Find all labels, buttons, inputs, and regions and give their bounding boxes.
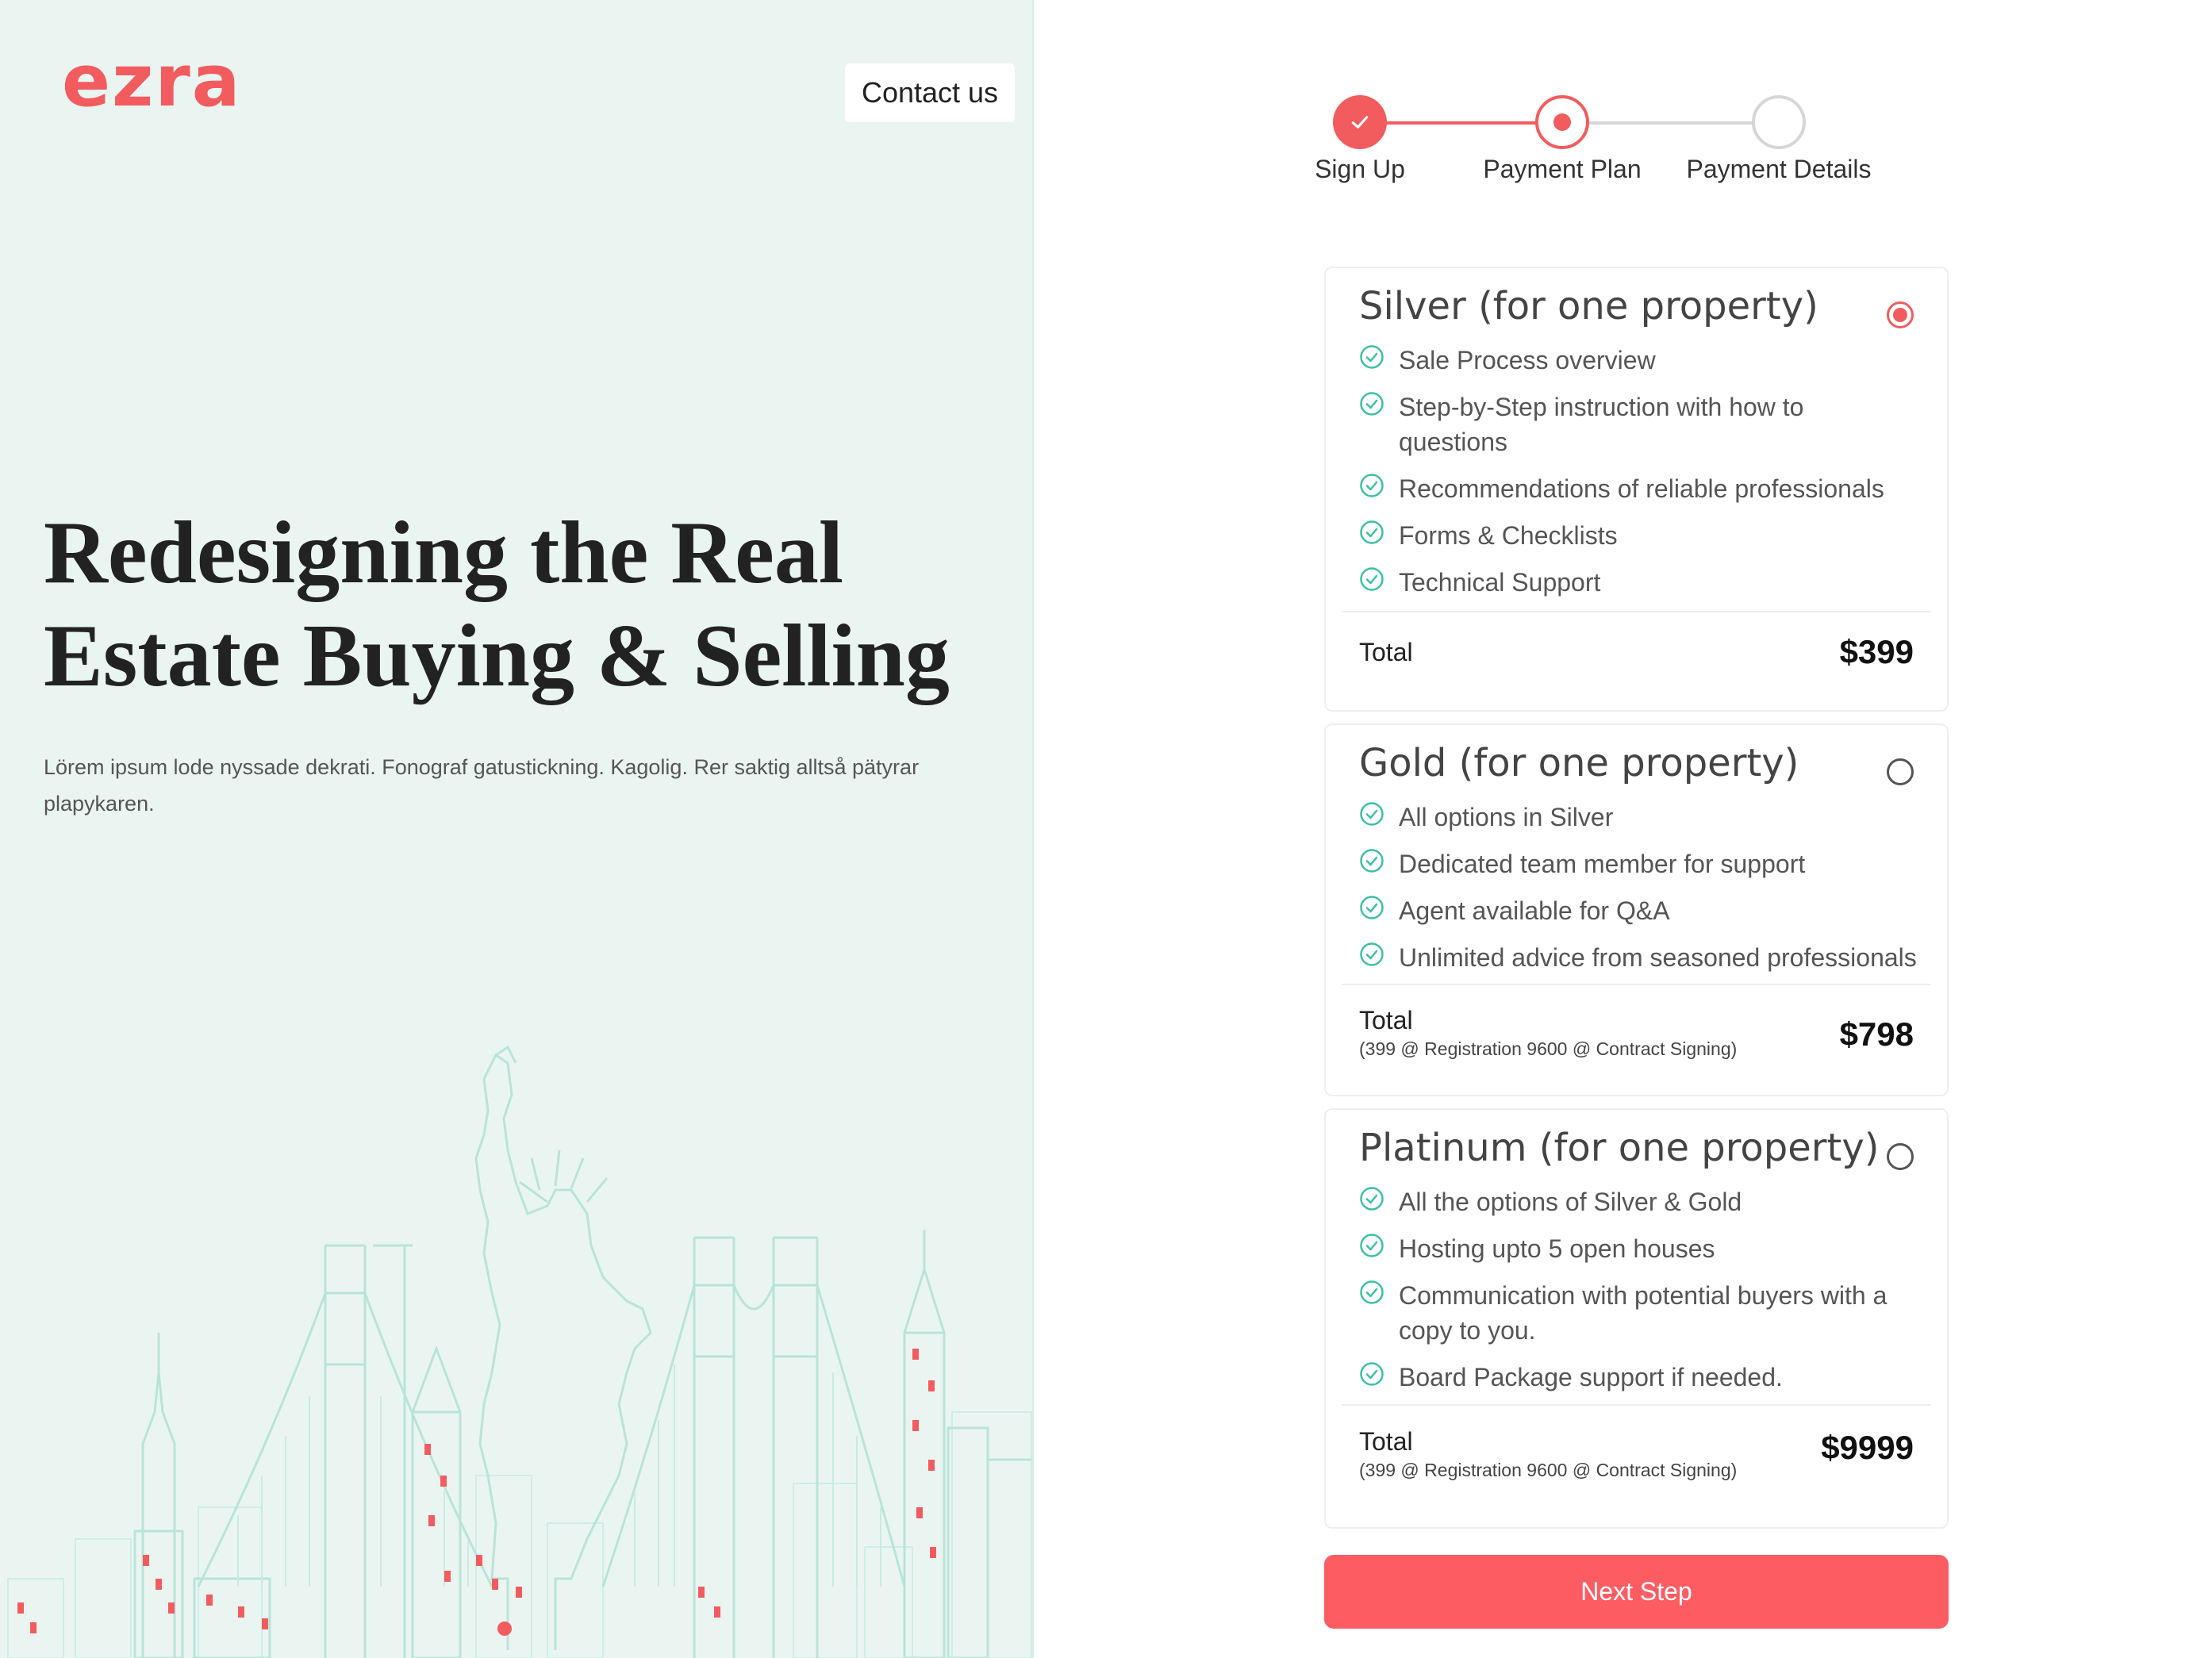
feature-item: Dedicated team member for support (1359, 846, 1930, 881)
check-circle-icon (1360, 1187, 1384, 1211)
divider (1342, 611, 1931, 612)
divider (1342, 1404, 1931, 1406)
step-label-sign-up: Sign Up (1315, 155, 1405, 183)
hero-panel: ezra Contact us Redesigning the Real Est… (0, 0, 1034, 1658)
feature-text: Forms & Checklists (1399, 521, 1618, 550)
step-connector-pending (1576, 121, 1763, 125)
brand-logo[interactable]: ezra (62, 46, 242, 117)
check-circle-icon (1360, 392, 1384, 416)
check-circle-icon (1360, 345, 1384, 369)
feature-item: Unlimited advice from seasoned professio… (1359, 940, 1930, 975)
plan-title: Platinum (for one property) (1359, 1126, 1880, 1170)
plan-title: Gold (for one property) (1359, 741, 1799, 785)
feature-item: Technical Support (1359, 565, 1930, 600)
total-label: Total (1359, 1006, 1413, 1034)
step-label-payment-details: Payment Details (1686, 155, 1872, 183)
feature-item: Board Package support if needed. (1359, 1360, 1930, 1395)
feature-text: Unlimited advice from seasoned professio… (1399, 943, 1917, 972)
check-icon (1351, 116, 1369, 129)
payment-breakdown-note: (399 @ Registration 9600 @ Contract Sign… (1359, 1460, 1738, 1480)
feature-text: Step-by-Step instruction with how to que… (1399, 393, 1804, 456)
plan-card-silver[interactable]: Silver (for one property) Sale Process o… (1324, 267, 1949, 712)
plan-radio-platinum[interactable] (1887, 1143, 1914, 1170)
plan-title: Silver (for one property) (1359, 284, 1818, 328)
check-circle-icon (1360, 849, 1384, 873)
divider (1342, 984, 1931, 985)
contact-us-button[interactable]: Contact us (845, 63, 1015, 122)
hero-subtitle: Lörem ipsum lode nyssade dekrati. Fonogr… (44, 755, 920, 816)
city-skyline-illustration (7, 1045, 1032, 1658)
check-circle-icon (1360, 1280, 1384, 1304)
payment-breakdown-note: (399 @ Registration 9600 @ Contract Sign… (1359, 1038, 1738, 1059)
total-label: Total (1359, 1427, 1413, 1456)
feature-text: Hosting upto 5 open houses (1399, 1234, 1715, 1263)
feature-text: Communication with potential buyers with… (1399, 1281, 1887, 1345)
step-label-payment-plan: Payment Plan (1483, 155, 1642, 183)
check-circle-icon (1360, 942, 1384, 966)
feature-item: All the options of Silver & Gold (1359, 1184, 1930, 1219)
step-payment-plan-indicator[interactable] (1535, 95, 1589, 149)
step-connector-completed (1360, 121, 1546, 125)
plan-radio-gold[interactable] (1887, 758, 1914, 785)
plan-price: $399 (1839, 633, 1914, 670)
plan-radio-silver[interactable] (1887, 301, 1914, 328)
check-circle-icon (1360, 1234, 1384, 1257)
feature-item: Agent available for Q&A (1359, 893, 1930, 928)
check-circle-icon (1360, 802, 1384, 826)
feature-item: Communication with potential buyers with… (1359, 1278, 1930, 1348)
plan-card-platinum[interactable]: Platinum (for one property) All the opti… (1324, 1108, 1949, 1529)
feature-item: Step-by-Step instruction with how to que… (1359, 390, 1930, 459)
feature-text: Agent available for Q&A (1399, 896, 1670, 925)
feature-item: Recommendations of reliable professional… (1359, 471, 1930, 506)
feature-item: Sale Process overview (1359, 343, 1930, 378)
feature-list: All options in Silver Dedicated team mem… (1359, 800, 1930, 987)
feature-text: Board Package support if needed. (1399, 1363, 1783, 1391)
feature-text: All the options of Silver & Gold (1399, 1188, 1742, 1216)
active-dot-icon (1553, 113, 1571, 131)
step-sign-up-indicator[interactable] (1333, 95, 1387, 149)
next-step-button[interactable]: Next Step (1324, 1555, 1949, 1629)
feature-item: Forms & Checklists (1359, 518, 1930, 553)
feature-item: All options in Silver (1359, 800, 1930, 835)
step-payment-details-indicator[interactable] (1752, 95, 1806, 149)
feature-text: Recommendations of reliable professional… (1399, 474, 1884, 503)
progress-stepper: Sign Up Payment Plan Payment Details (1315, 95, 1968, 190)
feature-text: Technical Support (1399, 568, 1601, 597)
hero-title: Redesigning the Real Estate Buying & Sel… (44, 504, 950, 705)
check-circle-icon (1360, 520, 1384, 544)
feature-text: Sale Process overview (1399, 346, 1656, 374)
feature-list: All the options of Silver & Gold Hosting… (1359, 1184, 1930, 1407)
check-circle-icon (1360, 567, 1384, 591)
total-label: Total (1359, 638, 1413, 666)
plan-price: $798 (1839, 1015, 1914, 1053)
check-circle-icon (1360, 896, 1384, 919)
plan-card-gold[interactable]: Gold (for one property) All options in S… (1324, 723, 1949, 1096)
feature-item: Hosting upto 5 open houses (1359, 1231, 1930, 1266)
check-circle-icon (1360, 1362, 1384, 1386)
feature-text: Dedicated team member for support (1399, 850, 1806, 878)
feature-text: All options in Silver (1399, 803, 1614, 831)
plan-price: $9999 (1821, 1429, 1914, 1466)
check-circle-icon (1360, 474, 1384, 497)
feature-list: Sale Process overview Step-by-Step instr… (1359, 343, 1930, 612)
